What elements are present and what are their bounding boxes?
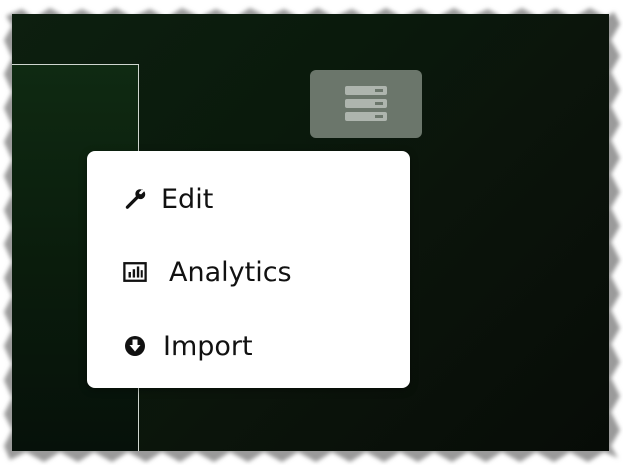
dropdown-menu: Edit Analytics Import [87, 151, 410, 388]
menu-item-import[interactable]: Import [87, 318, 410, 374]
menu-item-analytics[interactable]: Analytics [87, 244, 410, 300]
menu-item-label: Import [163, 330, 253, 362]
server-list-icon [345, 86, 387, 121]
menu-item-label: Edit [161, 183, 214, 215]
screenshot-frame: Edit Analytics Import [0, 0, 623, 465]
app-background: Edit Analytics Import [12, 14, 609, 451]
list-toggle-button[interactable] [310, 70, 422, 138]
wrench-icon [123, 187, 147, 211]
bar-chart-icon [123, 260, 147, 284]
download-circle-icon [123, 334, 147, 358]
menu-item-edit[interactable]: Edit [87, 171, 410, 227]
menu-item-label: Analytics [169, 256, 292, 288]
